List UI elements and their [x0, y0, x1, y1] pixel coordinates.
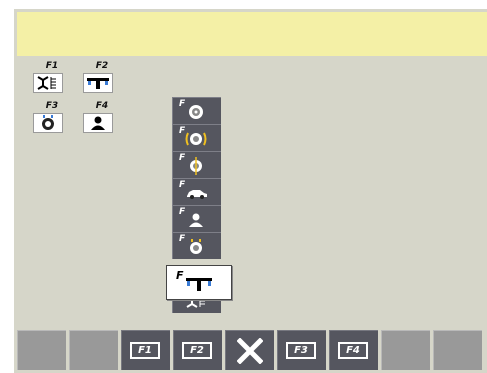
softkey-f3-label: F3: [286, 342, 316, 359]
menu-item-user[interactable]: F: [172, 205, 221, 232]
menu-item-wheel-centering[interactable]: F: [172, 151, 221, 178]
softkey-empty-3: [381, 330, 430, 370]
message-bar: [17, 12, 487, 56]
operator-icon: [83, 113, 113, 133]
quick-function-f2[interactable]: F2: [80, 61, 120, 93]
car-icon: [187, 190, 207, 199]
wheel-optimization-icon: [185, 132, 207, 146]
quick-function-label: F1: [45, 61, 59, 71]
menu-item-tyre-valve[interactable]: F: [172, 232, 221, 259]
balancer-screen: F1 F2 F3 F4 F F F F F F F F1 F2 F3 F4: [14, 9, 487, 373]
wheel-balancer-dimensions-icon: [33, 73, 63, 93]
menu-item-car[interactable]: F: [172, 178, 221, 205]
alu-weights-icon: [186, 278, 212, 291]
menu-item-alu-weights-selected[interactable]: F: [166, 265, 232, 300]
quick-function-label: F3: [45, 101, 59, 111]
softkey-f4[interactable]: F4: [329, 330, 378, 370]
menu-item-key: F: [176, 269, 184, 282]
quick-function-f3[interactable]: F3: [30, 101, 70, 133]
softkey-empty-2: [69, 330, 118, 370]
quick-function-label: F2: [95, 61, 109, 71]
softkey-f3[interactable]: F3: [277, 330, 326, 370]
softkey-f4-label: F4: [338, 342, 368, 359]
softkey-f2-label: F2: [182, 342, 212, 359]
menu-item-wheel[interactable]: F: [172, 97, 221, 124]
close-icon: [237, 338, 263, 364]
wheel-icon: [189, 105, 203, 119]
wheel-centering-icon: [190, 157, 202, 175]
quick-function-label: F4: [95, 101, 109, 111]
softkey-f1-label: F1: [130, 342, 160, 359]
quick-function-f1[interactable]: F1: [30, 61, 70, 93]
tyre-valve-icon: [190, 239, 202, 254]
softkey-close[interactable]: [225, 330, 274, 370]
user-icon: [189, 213, 203, 227]
quick-function-f4[interactable]: F4: [80, 101, 120, 133]
softkey-f1[interactable]: F1: [121, 330, 170, 370]
softkey-f2[interactable]: F2: [173, 330, 222, 370]
tyre-valve-icon: [33, 113, 63, 133]
menu-item-wheel-optimization[interactable]: F: [172, 124, 221, 151]
alu-weights-icon: [83, 73, 113, 93]
softkey-bar: F1 F2 F3 F4: [14, 327, 487, 373]
softkey-empty-4: [433, 330, 482, 370]
softkey-empty-1: [17, 330, 66, 370]
